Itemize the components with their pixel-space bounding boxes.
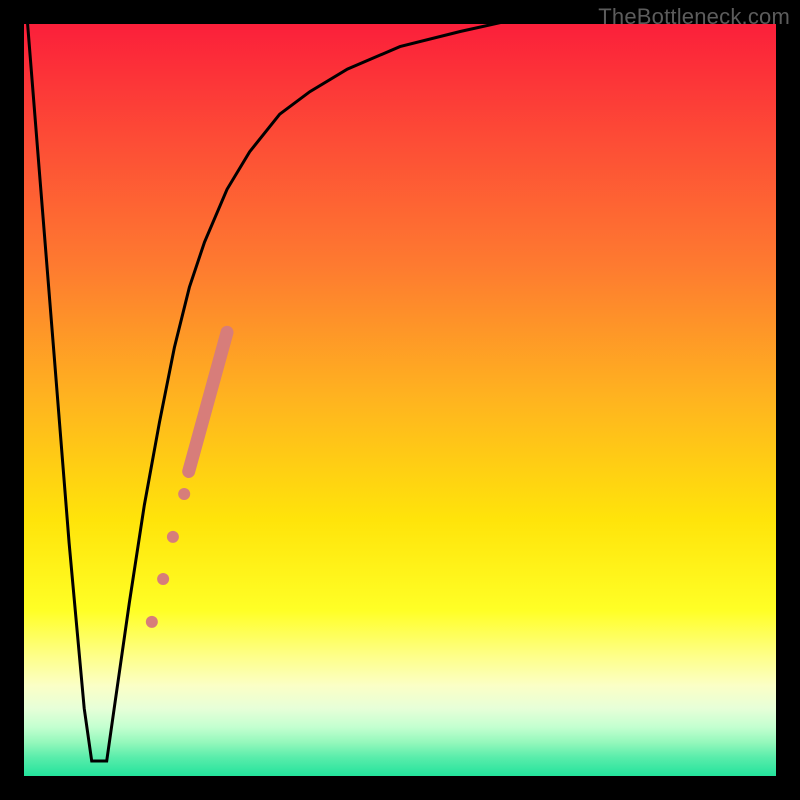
- gradient-background: [24, 24, 776, 776]
- chart-svg: [24, 24, 776, 776]
- highlight-dot: [167, 531, 179, 543]
- watermark-text: TheBottleneck.com: [598, 4, 790, 30]
- highlight-dot: [157, 573, 169, 585]
- plot-area: [24, 24, 776, 776]
- highlight-dot: [178, 488, 190, 500]
- chart-frame: TheBottleneck.com: [0, 0, 800, 800]
- highlight-dot: [146, 616, 158, 628]
